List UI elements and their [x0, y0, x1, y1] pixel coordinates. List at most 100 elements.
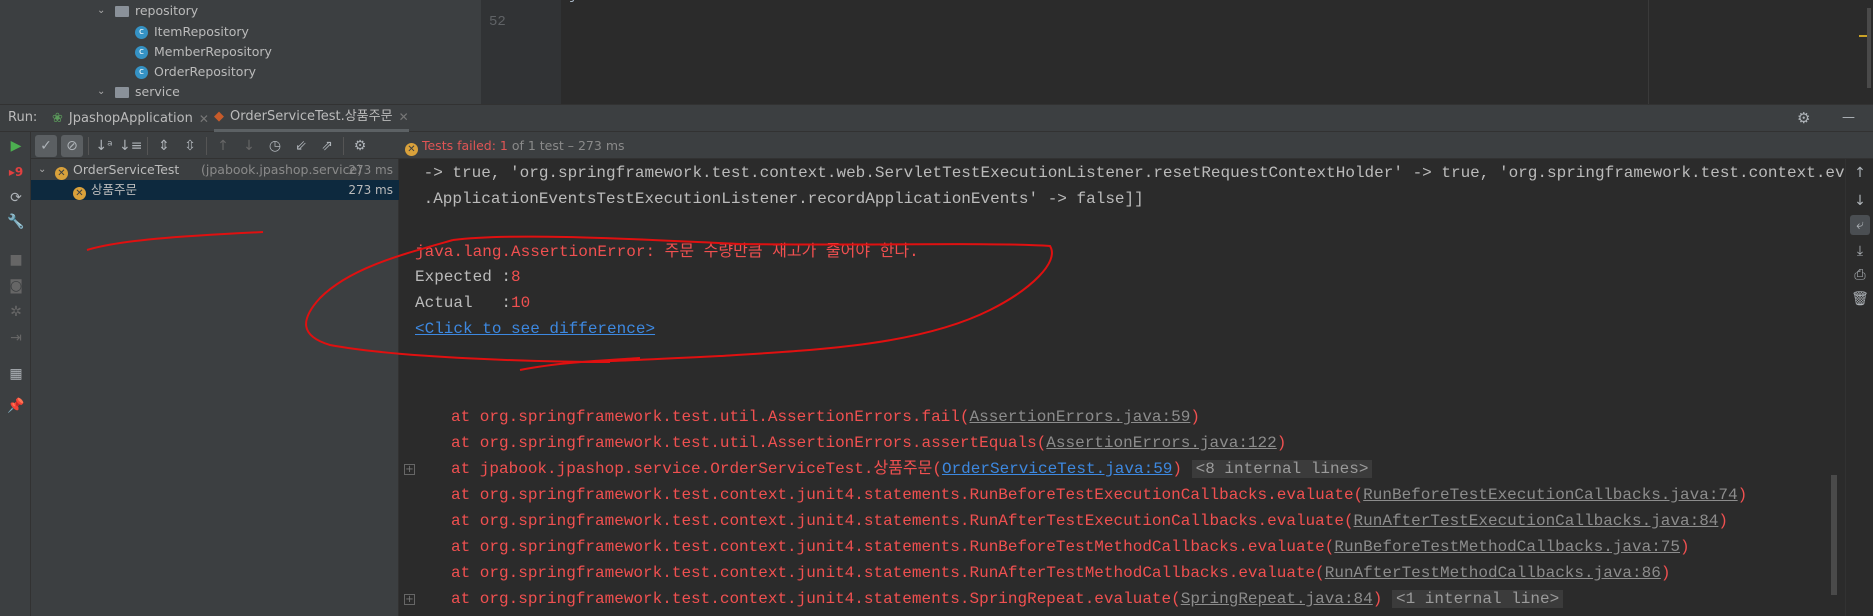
- sort-alphabetically-icon[interactable]: ↓ᵃ: [93, 135, 115, 157]
- source-link[interactable]: SpringRepeat.java:84: [1181, 590, 1373, 608]
- close-icon[interactable]: ✕: [199, 106, 209, 132]
- history-icon[interactable]: ◷: [264, 135, 286, 157]
- stack-frame-text: at org.springframework.test.context.juni…: [451, 538, 1335, 556]
- stack-trace-line: at jpabook.jpashop.service.OrderServiceT…: [451, 458, 1373, 480]
- expand-fold-icon[interactable]: +: [404, 594, 415, 605]
- pin-icon[interactable]: 📌: [6, 396, 26, 416]
- toggle-auto-test-icon[interactable]: ⟳: [6, 188, 26, 208]
- chevron-down-icon: ⌄: [38, 164, 47, 175]
- console-line: -> true, 'org.springframework.test.conte…: [414, 164, 1845, 182]
- console-line: .ApplicationEventsTestExecutionListener.…: [414, 190, 1144, 208]
- source-link[interactable]: AssertionErrors.java:59: [969, 408, 1190, 426]
- spring-boot-icon: ❀: [52, 110, 63, 126]
- paren: ): [1660, 564, 1671, 582]
- tab-jpashop-application[interactable]: ❀ JpashopApplication ✕: [52, 105, 209, 132]
- minimize-icon[interactable]: —: [1842, 105, 1855, 131]
- paren: ): [1276, 434, 1287, 452]
- stack-frame-text: at org.springframework.test.context.juni…: [451, 512, 1354, 530]
- close-icon[interactable]: ✕: [399, 104, 409, 130]
- source-link[interactable]: RunAfterTestExecutionCallbacks.java:84: [1354, 512, 1719, 530]
- test-icon: ◆: [214, 109, 224, 124]
- next-failed-icon[interactable]: ↓: [238, 135, 260, 157]
- show-passed-icon[interactable]: ✓: [35, 135, 57, 157]
- line-number: 52: [489, 14, 506, 30]
- test-runner-toolbar: ✓ ⊘ ↓ᵃ ↓≡ ⇕ ⇳ ↑ ↓ ◷ ⇙ ⇗ ⚙ ✕ Tests failed…: [31, 132, 1873, 159]
- tree-class-item[interactable]: c MemberRepository: [135, 42, 272, 62]
- run-tool-window-header: Run: ❀ JpashopApplication ✕ ◆ OrderServiceT…: [0, 104, 1873, 132]
- folder-icon: [115, 5, 129, 17]
- camera-icon[interactable]: ◙: [6, 276, 26, 296]
- error-icon: ✕: [55, 167, 68, 180]
- stack-trace-line: at org.springframework.test.util.Asserti…: [451, 432, 1286, 454]
- test-results-tree: ⌄ ✕ OrderServiceTest (jpabook.jpashop.se…: [31, 159, 399, 616]
- source-link[interactable]: RunBeforeTestExecutionCallbacks.java:74: [1363, 486, 1737, 504]
- editor-gutter: 51 52: [481, 0, 561, 104]
- layout-icon[interactable]: ▦: [6, 364, 26, 384]
- stack-frame-text: at jpabook.jpashop.service.OrderServiceT…: [451, 460, 942, 478]
- stack-frame-text: at org.springframework.test.util.Asserti…: [451, 434, 1047, 452]
- warning-marker: [1859, 35, 1867, 37]
- class-icon: c: [135, 25, 148, 39]
- console-side-toolbar: ↑ ↓ ⤶ ⤓ ⎙ 🗑: [1845, 159, 1873, 616]
- chevron-down-icon: ⌄: [97, 5, 106, 16]
- show-ignored-icon[interactable]: ⊘: [61, 135, 83, 157]
- paren: ): [1372, 590, 1383, 608]
- run-label: Run:: [8, 110, 38, 125]
- code-editor[interactable]: }: [561, 0, 1873, 104]
- stack-frame-text: at org.springframework.test.context.juni…: [451, 486, 1364, 504]
- rerun-failed-icon[interactable]: ▸9: [6, 162, 26, 182]
- soft-wrap-icon[interactable]: ⤶: [1850, 215, 1870, 235]
- previous-failed-icon[interactable]: ↑: [212, 135, 234, 157]
- run-side-toolbar: ▶ ▸9 ⟳ 🔧 ■ ◙ ✲ ⇥ ▦ 📌: [0, 132, 31, 616]
- tree-folder-repository[interactable]: ⌄ repository: [97, 1, 198, 21]
- internal-lines-fold[interactable]: <8 internal lines>: [1191, 460, 1373, 478]
- sort-by-duration-icon[interactable]: ↓≡: [119, 135, 142, 157]
- down-arrow-icon[interactable]: ↓: [1850, 191, 1870, 211]
- console-output[interactable]: -> true, 'org.springframework.test.conte…: [400, 159, 1845, 616]
- chevron-down-icon: ⌄: [97, 86, 106, 97]
- source-link[interactable]: OrderServiceTest.java:59: [942, 460, 1172, 478]
- source-link[interactable]: AssertionErrors.java:122: [1046, 434, 1276, 452]
- stack-trace-line: at org.springframework.test.context.juni…: [451, 588, 1564, 610]
- right-margin-guide: [1648, 0, 1649, 104]
- paren: ): [1172, 460, 1182, 478]
- collapse-all-icon[interactable]: ⇳: [179, 135, 201, 157]
- class-icon: c: [135, 65, 148, 79]
- trash-icon[interactable]: 🗑: [1850, 289, 1870, 309]
- export-tests-icon[interactable]: ⇗: [316, 135, 338, 157]
- tab-order-service-test[interactable]: ◆ OrderServiceTest.상품주문 ✕: [214, 105, 409, 132]
- test-case-row[interactable]: ✕ 상품주문 273 ms: [31, 180, 399, 200]
- expand-all-icon[interactable]: ⇕: [153, 135, 175, 157]
- editor-scrollbar[interactable]: [1867, 8, 1871, 88]
- exit-icon[interactable]: ⇥: [6, 328, 26, 348]
- divider: [343, 137, 344, 155]
- paren: ): [1737, 486, 1748, 504]
- tree-class-item[interactable]: c ItemRepository: [135, 22, 249, 42]
- import-tests-icon[interactable]: ⇙: [290, 135, 312, 157]
- error-icon: ✕: [73, 187, 86, 200]
- wrench-icon[interactable]: 🔧: [6, 212, 26, 232]
- paren: ): [1190, 408, 1200, 426]
- print-icon[interactable]: ⎙: [1850, 265, 1870, 285]
- paren: ): [1680, 538, 1690, 556]
- console-scrollbar[interactable]: [1831, 475, 1837, 595]
- rerun-icon[interactable]: ▶: [6, 136, 26, 156]
- error-icon: ✕: [405, 143, 418, 156]
- debug-icon[interactable]: ✲: [6, 302, 26, 322]
- test-suite-row[interactable]: ⌄ ✕ OrderServiceTest (jpabook.jpashop.se…: [31, 160, 399, 180]
- divider: [147, 137, 148, 155]
- source-link[interactable]: RunAfterTestMethodCallbacks.java:86: [1325, 564, 1661, 582]
- up-arrow-icon[interactable]: ↑: [1850, 163, 1870, 183]
- settings-icon[interactable]: ⚙: [349, 135, 371, 157]
- tree-folder-service[interactable]: ⌄ service: [97, 82, 180, 102]
- expand-fold-icon[interactable]: +: [404, 464, 415, 475]
- stop-icon[interactable]: ■: [6, 250, 26, 270]
- scroll-to-end-icon[interactable]: ⤓: [1850, 241, 1870, 261]
- internal-lines-fold[interactable]: <1 internal line>: [1391, 590, 1564, 608]
- source-link[interactable]: RunBeforeTestMethodCallbacks.java:75: [1334, 538, 1680, 556]
- assertion-error: java.lang.AssertionError: 주문 수량만큼 재고가 줄어…: [415, 243, 919, 261]
- tree-class-item[interactable]: c OrderRepository: [135, 62, 256, 82]
- stack-trace-line: at org.springframework.test.context.juni…: [451, 536, 1690, 558]
- gear-icon[interactable]: ⚙: [1797, 105, 1810, 131]
- click-to-see-difference-link[interactable]: <Click to see difference>: [415, 318, 655, 340]
